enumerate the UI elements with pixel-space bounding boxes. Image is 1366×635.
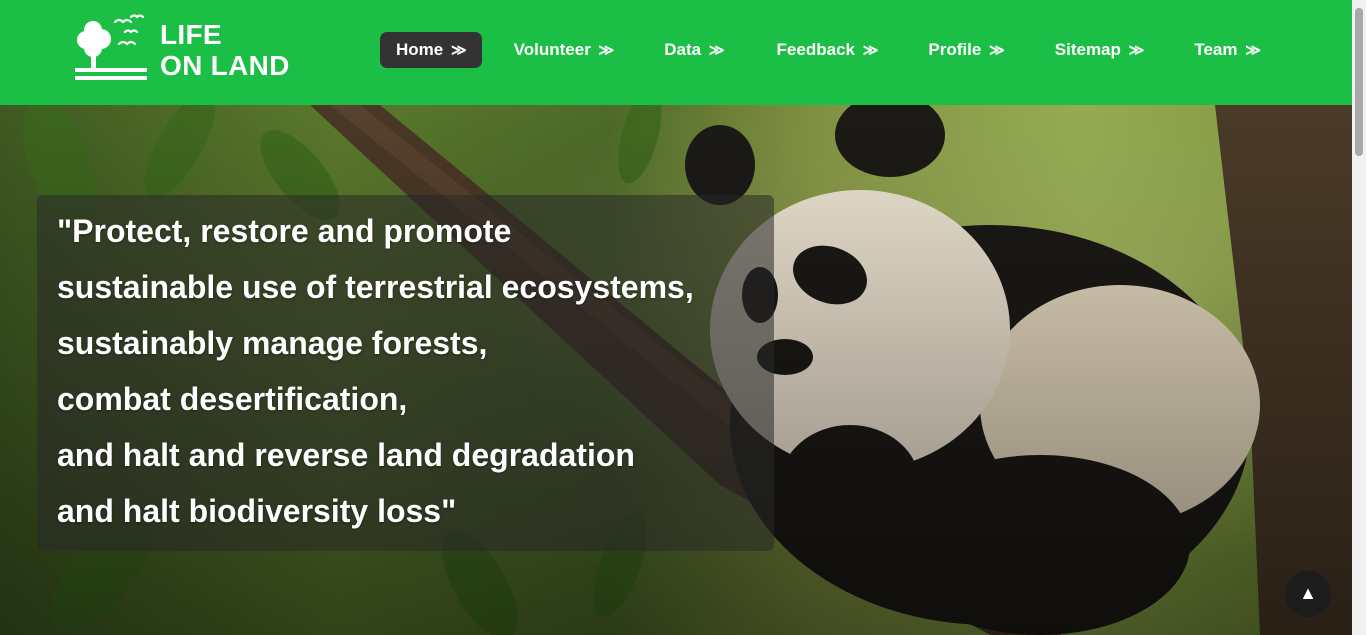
nav-item-sitemap[interactable]: Sitemap ≫	[1039, 32, 1161, 68]
nav-item-team[interactable]: Team ≫	[1178, 32, 1277, 68]
quote-line-2: sustainable use of terrestrial ecosystem…	[57, 269, 694, 305]
nav-item-data[interactable]: Data ≫	[648, 32, 740, 68]
nav-label: Data	[664, 40, 702, 59]
top-navbar: LIFE ON LAND Home ≫ Volunteer ≫ Data ≫ F…	[0, 0, 1352, 105]
double-chevron-right-icon: ≫	[598, 42, 615, 59]
quote-line-6: and halt biodiversity loss"	[57, 493, 457, 529]
hero-section: "Protect, restore and promote sustainabl…	[0, 105, 1352, 635]
brand-name: LIFE ON LAND	[160, 19, 290, 81]
quote-box: "Protect, restore and promote sustainabl…	[37, 195, 774, 551]
brand-line-1: LIFE	[160, 19, 222, 50]
double-chevron-right-icon: ≫	[1128, 42, 1145, 59]
scrollbar-thumb[interactable]	[1355, 8, 1363, 156]
quote-line-4: combat desertification,	[57, 381, 408, 417]
nav-item-feedback[interactable]: Feedback ≫	[761, 32, 895, 68]
double-chevron-right-icon: ≫	[708, 42, 725, 59]
nav-label: Home	[396, 40, 444, 59]
main-nav: Home ≫ Volunteer ≫ Data ≫ Feedback ≫ Pro…	[380, 32, 1277, 68]
quote-line-3: sustainably manage forests,	[57, 325, 488, 361]
nav-item-profile[interactable]: Profile ≫	[912, 32, 1020, 68]
double-chevron-right-icon: ≫	[450, 42, 467, 59]
nav-label: Team	[1194, 40, 1238, 59]
quote-line-1: "Protect, restore and promote	[57, 213, 512, 249]
nav-item-home[interactable]: Home ≫	[380, 32, 482, 68]
double-chevron-right-icon: ≫	[989, 42, 1005, 59]
double-chevron-right-icon: ≫	[862, 42, 879, 59]
tree-birds-icon	[75, 14, 147, 80]
site-logo[interactable]: LIFE ON LAND	[75, 14, 315, 86]
nav-label: Sitemap	[1054, 40, 1121, 59]
brand-line-2: ON LAND	[160, 50, 290, 81]
nav-label: Volunteer	[513, 40, 591, 59]
nav-label: Profile	[928, 40, 982, 59]
quote-line-5: and halt and reverse land degradation	[57, 437, 635, 473]
arrow-up-icon: ▲	[1299, 583, 1317, 603]
page-scrollbar[interactable]	[1352, 0, 1366, 635]
nav-item-volunteer[interactable]: Volunteer ≫	[498, 32, 631, 68]
nav-label: Feedback	[776, 40, 855, 59]
scroll-to-top-button[interactable]: ▲	[1285, 571, 1331, 617]
double-chevron-right-icon: ≫	[1245, 42, 1261, 59]
